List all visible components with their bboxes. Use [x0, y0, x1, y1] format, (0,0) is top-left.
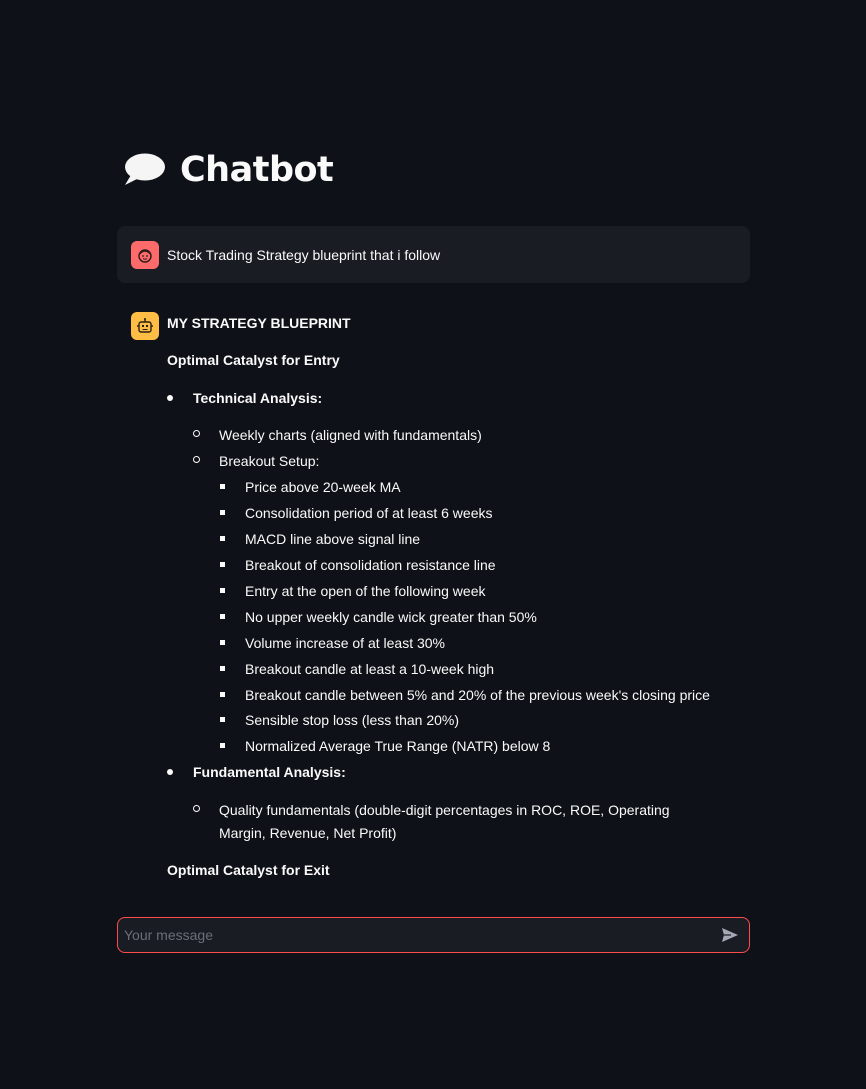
list-item: Sensible stop loss (less than 20%) — [245, 712, 459, 728]
bullet-disc — [167, 395, 173, 401]
page-title: Chatbot — [180, 150, 334, 190]
bullet-square — [220, 614, 225, 619]
bullet-square — [220, 562, 225, 567]
list-item: Consolidation period of at least 6 weeks — [245, 505, 493, 521]
list-item: MACD line above signal line — [245, 531, 421, 547]
bullet-square — [220, 588, 225, 593]
send-button[interactable] — [719, 924, 741, 946]
bullet-square — [220, 743, 225, 748]
user-message-text: Stock Trading Strategy blueprint that i … — [167, 246, 441, 263]
list-item: Breakout candle between 5% and 20% of th… — [245, 687, 710, 703]
chat-message-input[interactable] — [124, 927, 719, 943]
bullet-square — [220, 536, 225, 541]
fundamental-analysis-label: Fundamental Analysis: — [193, 764, 346, 780]
list-item-weekly-charts: Weekly charts (aligned with fundamentals… — [219, 427, 482, 443]
bullet-square — [220, 717, 225, 722]
list-item: No upper weekly candle wick greater than… — [245, 609, 537, 625]
list-item: Breakout candle at least a 10-week high — [245, 661, 495, 677]
bullet-circle — [193, 805, 200, 812]
list-item-breakout-setup: Breakout Setup: — [219, 453, 320, 469]
list-item: Price above 20-week MA — [245, 479, 401, 495]
bullet-square — [220, 510, 225, 515]
bullet-square — [220, 666, 225, 671]
strategy-heading: MY STRATEGY BLUEPRINT — [167, 315, 351, 331]
speech-bubble-icon — [125, 153, 165, 185]
bullet-square — [220, 640, 225, 645]
bullet-square — [220, 484, 225, 489]
user-avatar-icon — [131, 240, 159, 269]
list-item: Normalized Average True Range (NATR) bel… — [245, 738, 551, 754]
send-icon — [722, 928, 738, 942]
page-header: Chatbot — [122, 150, 334, 190]
list-item: Breakout of consolidation resistance lin… — [245, 557, 496, 573]
bot-avatar-icon — [131, 312, 159, 340]
list-item: Volume increase of at least 30% — [245, 635, 446, 651]
user-chat-message: Stock Trading Strategy blueprint that i … — [117, 226, 750, 283]
bullet-circle — [193, 430, 200, 437]
list-item: Entry at the open of the following week — [245, 583, 486, 599]
exit-section-title: Optimal Catalyst for Exit — [167, 862, 330, 878]
bullet-square — [220, 692, 225, 697]
list-item-quality-fundamentals: Quality fundamentals (double-digit perce… — [219, 802, 670, 841]
bullet-disc — [167, 769, 173, 775]
technical-analysis-label: Technical Analysis: — [193, 390, 323, 406]
bullet-circle — [193, 456, 200, 463]
chat-page: Chatbot Stock Trading Strategy blueprint… — [0, 0, 866, 1089]
chat-input-container — [117, 917, 750, 953]
entry-section-title: Optimal Catalyst for Entry — [167, 352, 340, 368]
